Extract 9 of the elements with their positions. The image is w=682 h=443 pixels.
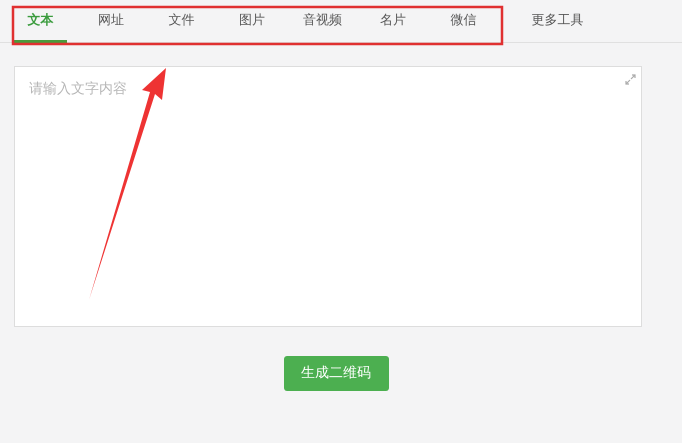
text-input-field[interactable]: 请输入文字内容 [14, 66, 642, 327]
tab[interactable]: 名片 [358, 0, 428, 42]
tab[interactable]: 网址 [76, 0, 146, 42]
tab[interactable]: 文件 [146, 0, 216, 42]
tab[interactable]: 微信 [428, 0, 498, 42]
tab[interactable]: 音视频 [287, 0, 358, 42]
tab[interactable]: 更多工具 [508, 0, 608, 42]
expand-icon[interactable] [625, 74, 636, 85]
tab[interactable]: 图片 [216, 0, 287, 42]
